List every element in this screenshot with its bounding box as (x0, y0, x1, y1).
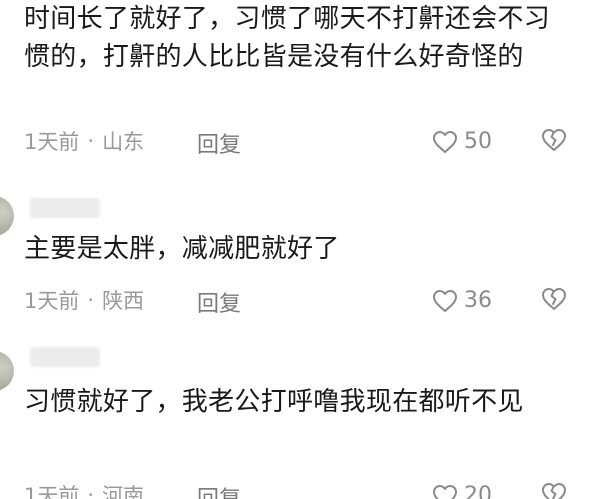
comment-time: 1天前 (24, 484, 80, 499)
comment-location: 河南 (102, 484, 145, 499)
comment-text: 主要是太胖，减减肥就好了 (24, 234, 340, 264)
comment-meta: 1天前 · 陕西 (24, 285, 144, 315)
heart-outline-icon (433, 289, 457, 312)
meta-separator: · (87, 288, 95, 312)
comment-time: 1天前 (24, 289, 80, 313)
like-count: 20 (464, 483, 492, 499)
comment-list: 时间长了就好了，习惯了哪天不打鼾还会不习惯的，打鼾的人比比皆是没有什么好奇怪的 … (0, 0, 600, 499)
dislike-button[interactable] (540, 127, 568, 157)
dislike-button[interactable] (540, 481, 568, 499)
like-button[interactable]: 36 (432, 288, 492, 313)
comment-meta: 1天前 · 河南 (24, 480, 144, 499)
comment-text: 习惯就好了，我老公打呼噜我现在都听不见 (24, 387, 524, 417)
comment-location: 山东 (102, 130, 145, 154)
heart-outline-icon (433, 130, 457, 153)
comment-text: 时间长了就好了，习惯了哪天不打鼾还会不习惯的，打鼾的人比比皆是没有什么好奇怪的 (24, 4, 551, 72)
username[interactable] (30, 198, 100, 218)
like-count: 50 (464, 129, 492, 154)
comment-item: 时间长了就好了，习惯了哪天不打鼾还会不习惯的，打鼾的人比比皆是没有什么好奇怪的 … (0, 0, 600, 170)
comment-time: 1天前 (24, 130, 80, 154)
like-button[interactable]: 20 (432, 483, 492, 499)
broken-heart-icon (542, 483, 566, 499)
heart-outline-icon (433, 484, 457, 499)
meta-separator: · (87, 129, 95, 153)
avatar[interactable] (0, 196, 14, 236)
username[interactable] (30, 347, 100, 367)
reply-button[interactable]: 回复 (197, 286, 241, 318)
broken-heart-icon (542, 129, 566, 151)
dislike-button[interactable] (540, 286, 568, 316)
like-button[interactable]: 50 (432, 129, 492, 154)
broken-heart-icon (542, 288, 566, 310)
like-count: 36 (464, 288, 492, 313)
reply-button[interactable]: 回复 (197, 127, 241, 159)
comment-item: 习惯就好了，我老公打呼噜我现在都听不见 1天前 · 河南 回复 20 (0, 345, 600, 499)
avatar[interactable] (0, 351, 14, 391)
comment-item: 主要是太胖，减减肥就好了 1天前 · 陕西 回复 36 (0, 190, 600, 330)
meta-separator: · (87, 483, 95, 499)
comment-location: 陕西 (102, 289, 145, 313)
reply-button[interactable]: 回复 (197, 481, 241, 499)
comment-meta: 1天前 · 山东 (24, 126, 144, 156)
